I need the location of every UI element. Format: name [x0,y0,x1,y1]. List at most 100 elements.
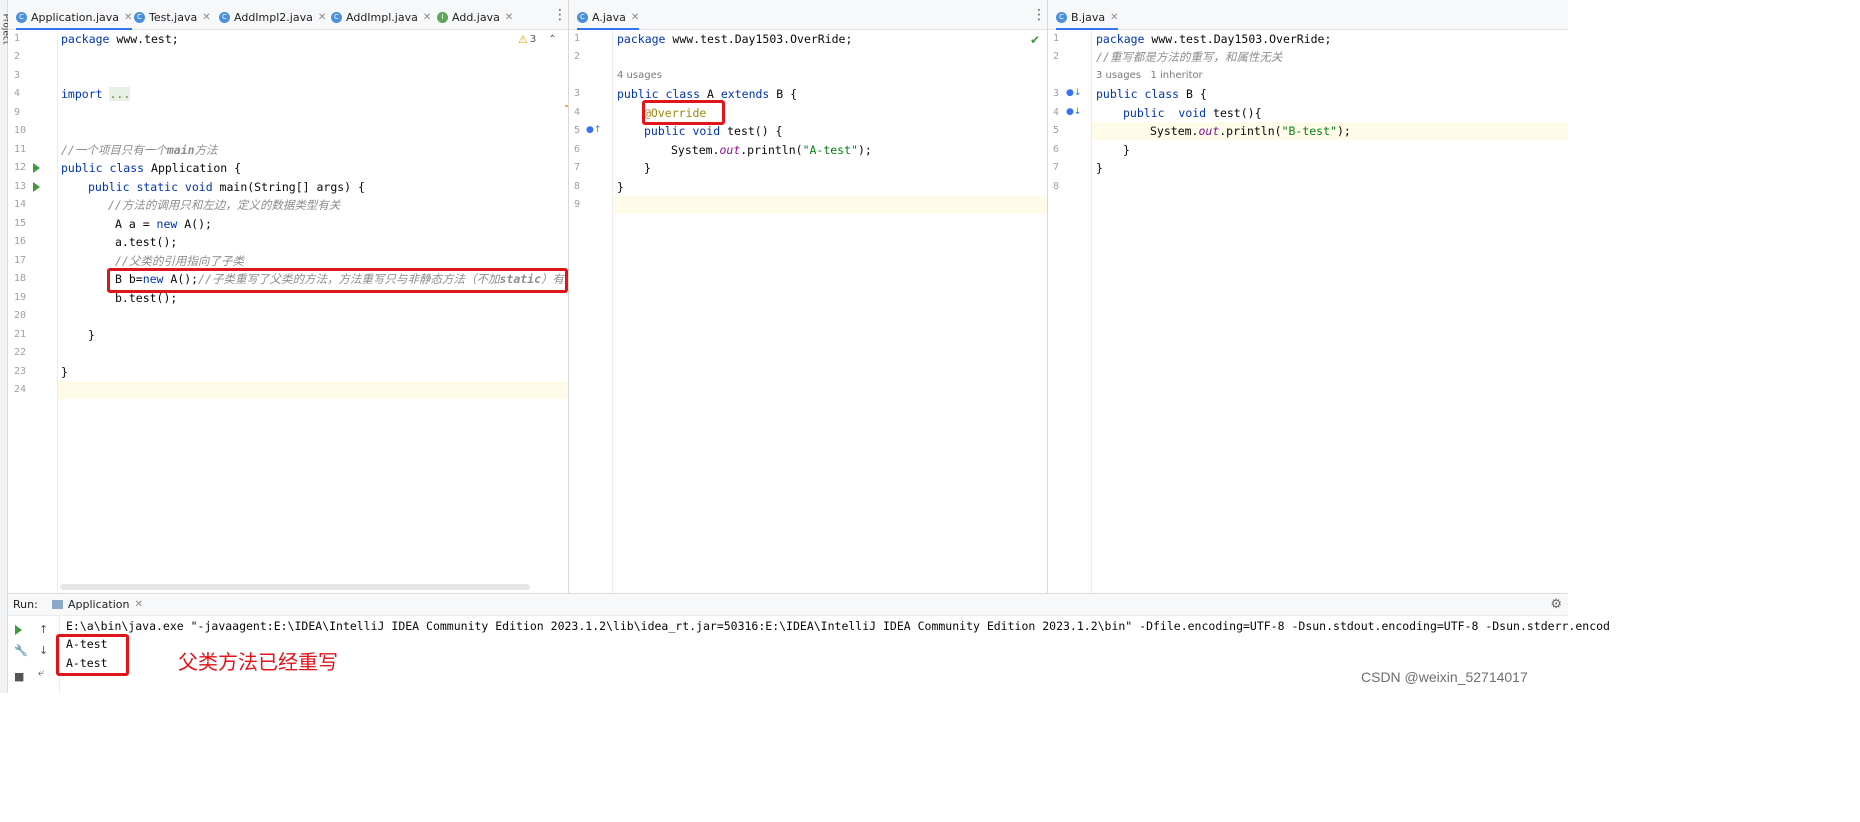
overridden-method-icon[interactable]: ●↓ [1066,88,1081,98]
close-icon[interactable]: ✕ [202,12,210,23]
keyword: extends [720,87,770,101]
comment: //一个项目只有一个 [61,143,167,157]
code-line: public class Application { [61,159,241,177]
keyword: package [1096,32,1145,46]
code-line: } [88,326,95,344]
run-gutter-icon[interactable] [33,182,40,192]
run-config-icon [52,600,63,609]
code-text: } [617,180,624,194]
overridden-method-icon[interactable]: ●↓ [1066,107,1081,117]
java-class-icon: C [16,11,27,23]
string-literal: "B-test" [1281,124,1337,138]
code-text: .println( [740,143,803,157]
close-icon[interactable]: ✕ [505,12,513,23]
keyword: public [1123,106,1165,120]
comment: main [166,143,195,157]
tab-b-java[interactable]: C B.java ✕ [1056,7,1119,30]
folded-imports[interactable]: ... [109,87,131,101]
highlight-box-override-annotation [642,100,725,125]
code-line: //重写都是方法的重写，和属性无关 [1096,48,1282,66]
console-command-line: E:\a\bin\java.exe "-javaagent:E:\IDEA\In… [66,619,1610,633]
stop-icon[interactable]: ■ [14,670,24,683]
arrow-up-icon[interactable]: ↑ [39,623,48,636]
line-number: 4 [574,107,581,118]
line-number: 24 [14,384,27,395]
code-area[interactable]: package www.test.Day1503.OverRide; //重写都… [1092,30,1568,593]
arrow-down-icon[interactable]: ↓ [39,644,48,657]
code-line: //一个项目只有一个main方法 [61,141,218,159]
tab-application-java[interactable]: C Application.java ✕ [16,7,133,30]
keyword: void [1178,106,1207,120]
highlight-box-output [56,634,129,676]
code-text: } [88,328,95,342]
code-line: } [61,363,68,381]
keyword: public class [617,87,701,101]
code-line: A a = new A(); [115,215,212,233]
run-tab-application[interactable]: Application ✕ [52,598,143,611]
tab-add-java[interactable]: I Add.java ✕ [437,7,513,27]
line-number: 1 [14,33,21,44]
line-number: 9 [574,199,581,210]
code-line: } [1096,159,1103,177]
code-text: www.test.Day1503.OverRide; [665,32,853,46]
close-icon[interactable]: ✕ [124,12,132,23]
run-gutter-icon[interactable] [33,163,40,173]
run-label: Run: [13,598,38,611]
run-tab-label: Application [68,598,130,611]
line-number: 4 [1053,107,1060,118]
line-number: 18 [14,273,27,284]
java-interface-icon: I [437,11,448,23]
java-class-icon: C [134,11,145,23]
tab-addimpl-java[interactable]: C AddImpl.java ✕ [331,7,431,27]
rerun-icon[interactable] [15,625,22,635]
soft-wrap-icon[interactable]: ⤶ [38,666,44,680]
more-options-icon[interactable]: ⋮ [553,8,567,22]
comment: //方法的调用只和左边，定义的数据类型有关 [108,198,341,212]
editor-tab-bar: C B.java ✕ [1048,0,1568,30]
static-field: out [719,143,741,157]
tab-label: Test.java [149,10,198,24]
line-number: 8 [1053,181,1060,192]
code-text: } [644,161,651,175]
tab-addimpl2-java[interactable]: C AddImpl2.java ✕ [219,7,326,27]
editor-pane-application: C Application.java ✕ C Test.java ✕ C Add… [8,0,569,593]
keyword: package [61,32,110,46]
line-number: 17 [14,255,27,266]
close-icon[interactable]: ✕ [318,12,326,23]
code-text: a.test(); [115,235,178,249]
tab-a-java[interactable]: C A.java ✕ [577,7,640,30]
horizontal-scrollbar[interactable] [60,584,530,590]
wrench-icon[interactable]: 🔧 [14,644,28,657]
more-options-icon[interactable]: ⋮ [1032,8,1046,22]
java-class-icon: C [219,11,230,23]
code-text: } [1123,143,1130,157]
keyword: public void [644,124,721,138]
tab-label: Application.java [31,10,120,24]
close-icon[interactable]: ✕ [1110,12,1118,23]
close-icon[interactable]: ✕ [423,12,431,23]
code-line: public class B { [1096,85,1207,103]
close-icon[interactable]: ✕ [631,12,639,23]
code-line: package www.test; [61,30,179,48]
line-number: 8 [574,181,581,192]
code-text: ); [1336,124,1351,138]
line-number: 13 [14,181,27,192]
code-line: import ... [61,85,131,103]
code-line: //方法的调用只和左边，定义的数据类型有关 [108,196,340,214]
tab-test-java[interactable]: C Test.java ✕ [134,7,211,27]
usages-hint[interactable]: 3 usages 1 inheritor [1096,70,1203,81]
code-text: ); [857,143,872,157]
comment: //父类的引用指向了子类 [115,254,244,268]
run-toolbar: 🔧 ■ ↑ ↓ ⤶ [8,616,60,693]
gear-icon[interactable]: ⚙ [1550,597,1562,612]
overrides-method-icon[interactable]: ●↑ [586,125,601,135]
code-text: System. [1150,124,1199,138]
close-icon[interactable]: ✕ [134,599,142,610]
code-text: B { [1179,87,1207,101]
line-number: 16 [14,236,27,247]
usages-hint[interactable]: 4 usages [617,70,662,81]
code-area[interactable]: package www.test; import ... //一个项目只有一个m… [58,30,568,593]
line-number: 19 [14,292,27,303]
comment: 方法 [194,143,218,157]
line-number: 2 [1053,51,1060,62]
